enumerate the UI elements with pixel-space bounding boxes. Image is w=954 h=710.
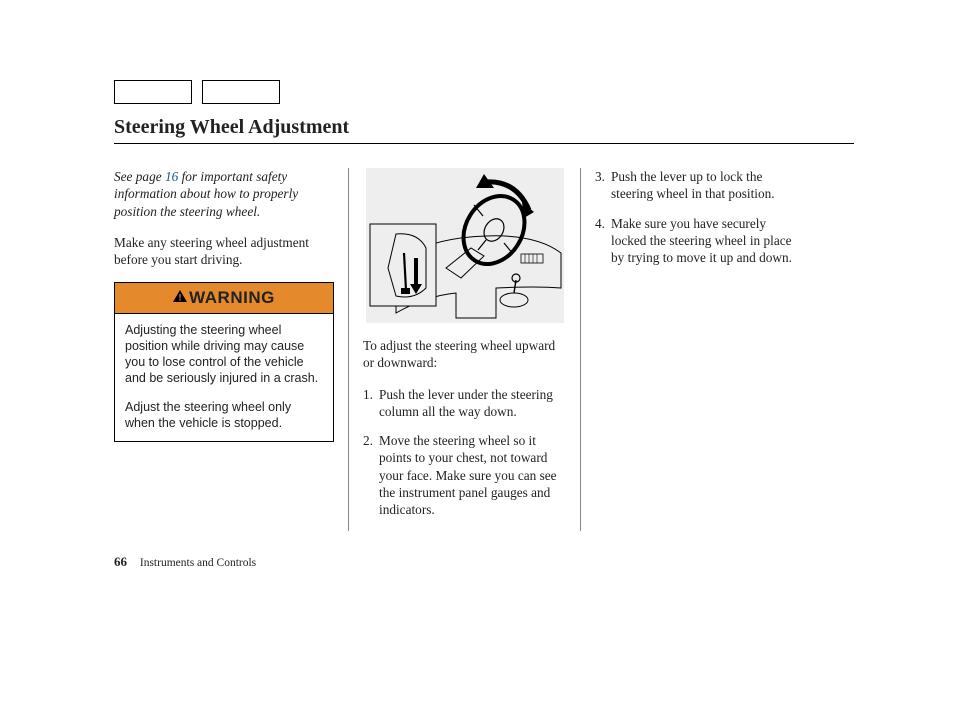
- step-2: 2. Move the steering wheel so it points …: [363, 432, 566, 518]
- warning-text-1: Adjusting the steering wheel position wh…: [125, 322, 323, 387]
- col2-lead: To adjust the steering wheel upward or d…: [363, 337, 566, 372]
- warning-label: WARNING: [189, 288, 275, 307]
- page-number: 66: [114, 554, 127, 569]
- step-3: 3. Push the lever up to lock the steerin…: [595, 168, 799, 203]
- page-title: Steering Wheel Adjustment: [114, 116, 854, 144]
- warning-text-2: Adjust the steering wheel only when the …: [125, 399, 323, 432]
- warning-box: ! WARNING Adjusting the steering wheel p…: [114, 282, 334, 442]
- step-number: 4.: [595, 215, 611, 267]
- intro-paragraph: Make any steering wheel adjustment befor…: [114, 234, 334, 269]
- page-footer: 66 Instruments and Controls: [114, 554, 256, 570]
- step-number: 3.: [595, 168, 611, 203]
- blank-box: [202, 80, 280, 104]
- step-text: Make sure you have securely locked the s…: [611, 215, 799, 267]
- column-2: To adjust the steering wheel upward or d…: [349, 168, 581, 531]
- safety-prefix: See page: [114, 169, 165, 184]
- step-text: Move the steering wheel so it points to …: [379, 432, 566, 518]
- columns: See page 16 for important safety informa…: [114, 168, 854, 531]
- warning-triangle-icon: !: [173, 289, 187, 306]
- step-4: 4. Make sure you have securely locked th…: [595, 215, 799, 267]
- step-text: Push the lever up to lock the steering w…: [611, 168, 799, 203]
- step-1: 1. Push the lever under the steering col…: [363, 386, 566, 421]
- svg-text:!: !: [179, 293, 182, 303]
- column-1: See page 16 for important safety informa…: [114, 168, 349, 531]
- manual-page: Steering Wheel Adjustment See page 16 fo…: [0, 0, 954, 571]
- page-ref-link[interactable]: 16: [165, 169, 178, 184]
- top-boxes: [114, 80, 854, 104]
- section-name: Instruments and Controls: [140, 557, 256, 569]
- step-number: 2.: [363, 432, 379, 518]
- steering-wheel-illustration: [366, 168, 564, 323]
- step-text: Push the lever under the steering column…: [379, 386, 566, 421]
- warning-body: Adjusting the steering wheel position wh…: [115, 314, 333, 442]
- column-3: 3. Push the lever up to lock the steerin…: [581, 168, 813, 531]
- warning-header: ! WARNING: [115, 283, 333, 313]
- blank-box: [114, 80, 192, 104]
- safety-cross-ref: See page 16 for important safety informa…: [114, 168, 334, 220]
- step-number: 1.: [363, 386, 379, 421]
